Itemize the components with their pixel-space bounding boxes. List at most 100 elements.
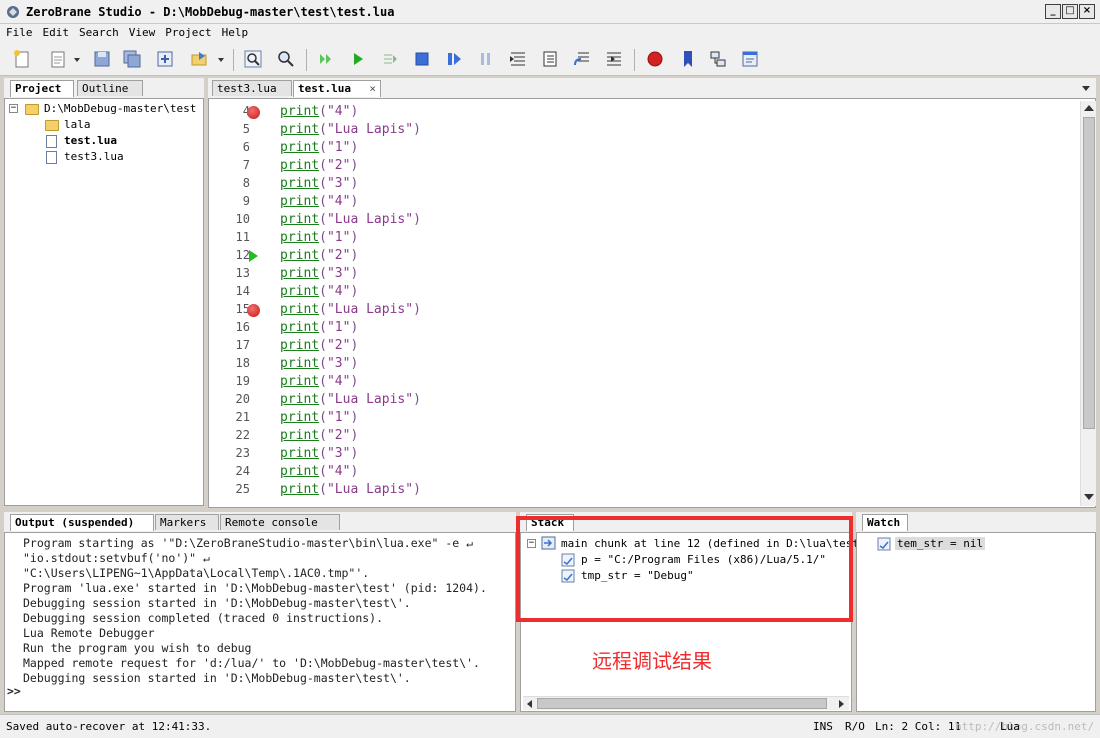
project-dropdown-chevron-icon[interactable]: [218, 58, 224, 62]
scroll-thumb[interactable]: [537, 698, 827, 709]
tab-watch[interactable]: Watch: [862, 514, 908, 531]
tab-test-lua[interactable]: test.lua ×: [293, 80, 381, 97]
tree-collapse-toggle[interactable]: −: [9, 104, 18, 113]
code-line[interactable]: print("2"): [280, 338, 358, 353]
tree-root-folder[interactable]: D:\MobDebug-master\test: [44, 102, 196, 115]
code-line[interactable]: print("2"): [280, 158, 358, 173]
tab-markers[interactable]: Markers: [155, 514, 219, 530]
paren: (: [319, 446, 327, 461]
start-debug-icon[interactable]: [316, 49, 336, 69]
toolbar-separator: [306, 49, 307, 71]
editor-vertical-scrollbar[interactable]: [1080, 101, 1096, 506]
watch-window-icon[interactable]: [740, 49, 760, 69]
step-into-icon[interactable]: [508, 49, 528, 69]
code-line[interactable]: print("2"): [280, 248, 358, 263]
scroll-thumb[interactable]: [1083, 117, 1095, 429]
code-line[interactable]: print("4"): [280, 194, 358, 209]
breakpoint-marker-icon[interactable]: [247, 106, 260, 119]
scroll-left-icon[interactable]: [527, 700, 532, 708]
paren: ): [350, 356, 359, 371]
code-line[interactable]: print("3"): [280, 176, 358, 191]
scroll-down-icon[interactable]: [1084, 494, 1094, 500]
run-to-cursor-icon[interactable]: [380, 49, 400, 69]
code-line[interactable]: print("4"): [280, 104, 358, 119]
code-line[interactable]: print("Lua Lapis"): [280, 482, 421, 497]
project-folder-icon[interactable]: [190, 49, 210, 69]
code-line[interactable]: print("Lua Lapis"): [280, 212, 421, 227]
minimize-button[interactable]: _: [1045, 4, 1061, 19]
current-line-arrow-icon: [249, 250, 258, 262]
code-line[interactable]: print("Lua Lapis"): [280, 302, 421, 317]
line-number: 24: [235, 464, 250, 478]
maximize-button[interactable]: □: [1062, 4, 1078, 19]
scroll-right-icon[interactable]: [839, 700, 844, 708]
breakpoint-marker-icon[interactable]: [247, 304, 260, 317]
code-line[interactable]: print("1"): [280, 320, 358, 335]
function-name: print: [280, 194, 320, 209]
step-over-icon[interactable]: [540, 49, 560, 69]
code-line[interactable]: print("4"): [280, 374, 358, 389]
find-icon[interactable]: [243, 49, 263, 69]
tab-remote-console[interactable]: Remote console: [220, 514, 340, 530]
code-line[interactable]: print("1"): [280, 140, 358, 155]
toggle-breakpoint-icon[interactable]: [645, 49, 665, 69]
tree-item-lala[interactable]: lala: [64, 118, 91, 131]
open-file-icon[interactable]: [48, 49, 68, 69]
string-literal: "4": [326, 284, 351, 299]
tab-output[interactable]: Output (suspended): [10, 514, 154, 531]
tree-item-test3-lua[interactable]: test3.lua: [64, 150, 124, 163]
code-line[interactable]: print("3"): [280, 266, 358, 281]
save-icon[interactable]: [92, 49, 112, 69]
tab-project[interactable]: Project: [10, 80, 74, 97]
menu-edit[interactable]: Edit: [37, 24, 74, 41]
menu-search[interactable]: Search: [73, 24, 123, 41]
menu-file[interactable]: File: [0, 24, 37, 41]
watch-variable-icon: [877, 537, 891, 551]
break-icon[interactable]: [444, 49, 464, 69]
code-line[interactable]: print("1"): [280, 410, 358, 425]
code-line[interactable]: print("4"): [280, 284, 358, 299]
stack-window-icon[interactable]: [708, 49, 728, 69]
code-line[interactable]: print("Lua Lapis"): [280, 122, 421, 137]
pause-icon[interactable]: [476, 49, 496, 69]
watch-item[interactable]: tem_str = nil: [895, 537, 986, 550]
watermark-text: http://blog.csdn.net/: [955, 720, 1095, 733]
status-ins: INS: [813, 720, 833, 733]
tree-item-test-lua[interactable]: test.lua: [64, 134, 117, 147]
tab-list-chevron-icon[interactable]: [1082, 86, 1090, 91]
menu-view[interactable]: View: [123, 24, 160, 41]
menu-help[interactable]: Help: [216, 24, 253, 41]
new-file-icon[interactable]: [12, 49, 32, 69]
close-tab-icon[interactable]: ×: [369, 81, 376, 96]
open-dropdown-chevron-icon[interactable]: [74, 58, 80, 62]
menu-project[interactable]: Project: [159, 24, 215, 41]
lua-file-icon: [46, 135, 57, 148]
bookmark-icon[interactable]: [678, 49, 698, 69]
code-line[interactable]: print("Lua Lapis"): [280, 392, 421, 407]
stack-horizontal-scrollbar[interactable]: [523, 696, 849, 710]
code-line[interactable]: print("1"): [280, 230, 358, 245]
close-button[interactable]: ×: [1079, 4, 1095, 19]
code-line[interactable]: print("3"): [280, 446, 358, 461]
scroll-up-icon[interactable]: [1084, 105, 1094, 111]
paren: (: [319, 320, 327, 335]
run-to-line-icon[interactable]: [604, 49, 624, 69]
line-number-gutter[interactable]: 4 5 6 7 8 9 10 11 12 13 14 15 16 17 18 19 20 21 22 23 24 25: [210, 101, 274, 506]
stop-debug-icon[interactable]: [412, 49, 432, 69]
code-line[interactable]: print("4"): [280, 464, 358, 479]
run-icon[interactable]: [348, 49, 368, 69]
annotation-label: 远程调试结果: [592, 649, 712, 673]
function-name: print: [280, 356, 320, 371]
watch-panel[interactable]: tem_str = nil: [856, 532, 1096, 712]
code-line[interactable]: print("3"): [280, 356, 358, 371]
step-out-icon[interactable]: [572, 49, 592, 69]
find-in-files-icon[interactable]: [276, 49, 296, 69]
line-number: 8: [242, 176, 250, 190]
project-directory-icon[interactable]: [155, 49, 175, 69]
code-line[interactable]: print("2"): [280, 428, 358, 443]
tab-test3-lua[interactable]: test3.lua: [212, 80, 292, 96]
save-all-icon[interactable]: [122, 49, 142, 69]
output-panel[interactable]: Program starting as '"D:\ZeroBraneStudio…: [4, 532, 516, 712]
paren: (: [319, 158, 327, 173]
tab-outline[interactable]: Outline: [77, 80, 143, 96]
